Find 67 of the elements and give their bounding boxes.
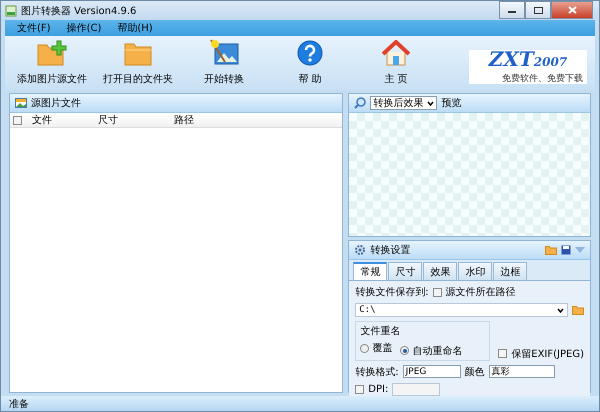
format-dropdown[interactable]: JPEG [402,365,461,378]
help-icon [297,40,323,66]
dpi-checkbox[interactable] [355,384,364,394]
window-title: 图片转换器 Version4.9.6 [21,4,138,18]
magic-picture-icon [209,38,239,66]
house-icon [382,40,410,66]
maximize-icon [534,6,542,14]
color-dropdown[interactable]: 真彩 [488,365,555,378]
field-label: 转换格式: [355,366,399,378]
gear-icon [354,244,366,256]
collapse-button[interactable] [575,247,585,253]
toolbar-button[interactable]: 帮 助 [267,36,353,88]
radio-button[interactable] [360,344,370,352]
chevron-down-icon [557,308,564,312]
field-label: 转换文件保存到: [355,286,429,299]
group-title: 文件重名 [360,324,402,338]
folder-icon [545,245,557,255]
select-all-checkbox[interactable] [13,116,22,124]
keep-exif-checkbox[interactable] [498,349,508,358]
settings-tab[interactable]: 常规 [353,262,388,280]
panel-title: 源图片文件 [31,96,81,110]
panel-title: 预览 [441,97,462,110]
settings-tab[interactable]: 尺寸 [388,262,422,280]
status-bar: 准备 [1,396,599,411]
magnifier-icon [354,97,366,109]
radio-label: 自动重命名 [412,344,462,358]
checkbox-label: 保留EXIF(JPEG) [511,348,584,360]
source-path-checkbox[interactable] [432,288,442,296]
menu-item[interactable]: 文件(F) [11,21,57,35]
menu-item[interactable]: 操作(C) [60,21,108,35]
column-header[interactable]: 路径 [174,113,194,127]
browse-button[interactable] [572,305,584,315]
toolbar-button[interactable]: 主 页 [353,36,439,88]
folder-icon [572,305,584,315]
toolbar-button[interactable]: 添加图片源文件 [9,36,95,88]
triangle-down-icon [575,247,585,253]
save-button[interactable] [561,245,571,255]
toolbar-button[interactable]: 打开目的文件夹 [95,36,181,88]
checkbox-label: 源文件所在路径 [446,286,516,299]
output-path-dropdown[interactable]: C:\ [355,303,568,317]
logo-year: 2007 [534,55,568,69]
toolbar-button[interactable]: 开始转换 [181,36,267,88]
minimize-button[interactable] [499,1,525,19]
picture-icon [15,98,27,108]
menu-item[interactable]: 帮助(H) [111,21,159,35]
radio-button[interactable] [400,346,410,355]
panel-title: 转换设置 [370,244,410,257]
logo-slogan: 免费软件、免费下载 [502,72,583,85]
settings-tab[interactable]: 边框 [493,262,528,280]
folder-icon [124,41,152,66]
chevron-down-icon [427,100,434,106]
column-header[interactable]: 文件 [26,113,94,127]
settings-tab[interactable]: 效果 [423,262,458,280]
field-label: 颜色 [464,366,485,378]
preview-mode-dropdown[interactable]: 转换后效果 [370,96,438,110]
folder-plus-icon [37,40,67,66]
radio-label: 覆盖 [372,342,392,355]
column-header[interactable]: 尺寸 [98,113,170,127]
app-icon [5,4,17,16]
close-button[interactable] [551,1,593,19]
settings-tab[interactable]: 水印 [458,262,492,280]
dpi-input-field[interactable] [392,382,440,396]
checkbox-label: DPI: [368,384,388,394]
maximize-button[interactable] [525,1,551,19]
open-folder-button[interactable] [545,245,557,255]
close-icon [568,6,576,14]
logo-text: ZXT [488,47,534,71]
